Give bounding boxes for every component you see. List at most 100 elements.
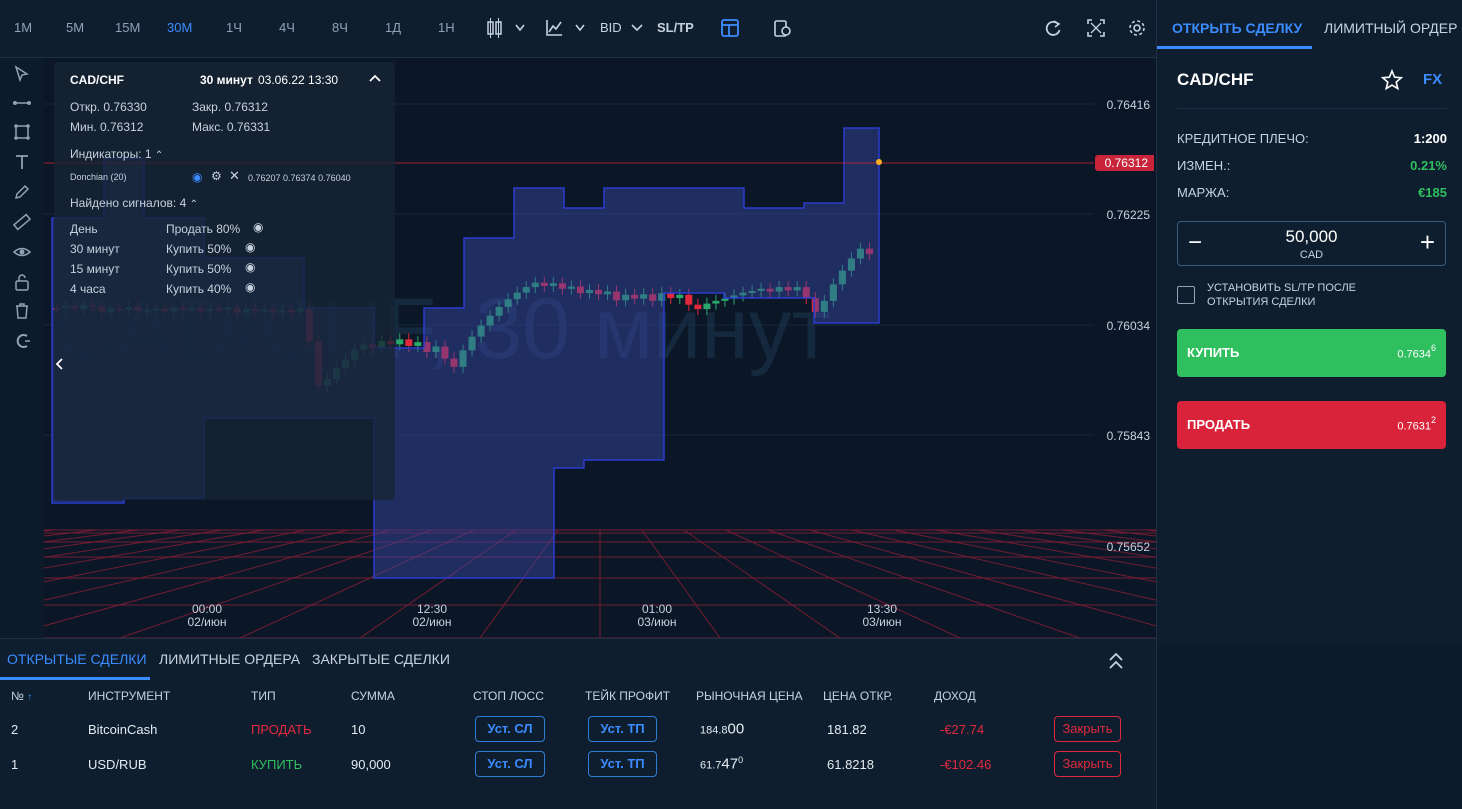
buy-label: КУПИТЬ xyxy=(1187,345,1240,360)
signal-eye-icon[interactable]: ◉ xyxy=(245,240,255,254)
signal-period: День xyxy=(70,222,98,236)
signal-period: 15 минут xyxy=(70,262,120,276)
indicators-toggle[interactable]: Индикаторы: 1 ⌃ xyxy=(70,147,163,161)
time-axis-label: 00:00 02/июн xyxy=(187,602,227,629)
col-header-instrument[interactable]: ИНСТРУМЕНТ xyxy=(88,689,170,703)
market-badge: FX xyxy=(1423,71,1443,88)
buy-button[interactable]: КУПИТЬ 0.76346 xyxy=(1177,329,1446,377)
price-axis-label: 0.75652 xyxy=(1106,540,1150,554)
trades-panel: ОТКРЫТЫЕ СДЕЛКИ ЛИМИТНЫЕ ОРДЕРА ЗАКРЫТЫЕ… xyxy=(0,638,1156,809)
trade-id: 2 xyxy=(11,722,19,737)
empty-panel xyxy=(1156,645,1462,809)
divider xyxy=(1177,108,1447,109)
signal-eye-icon[interactable]: ◉ xyxy=(245,280,255,294)
candle-type-icon[interactable] xyxy=(486,16,526,43)
candle-body xyxy=(414,342,422,346)
candle-body xyxy=(712,300,720,304)
collapse-chevron-icon[interactable] xyxy=(368,72,382,86)
trade-panel: ОТКРЫТЬ СДЕЛКУ ЛИМИТНЫЙ ОРДЕР CAD/CHF FX… xyxy=(1156,0,1462,645)
grid-floor-line xyxy=(44,529,97,537)
signal-value: Купить 50% xyxy=(166,262,232,276)
refresh-icon[interactable] xyxy=(1043,16,1063,43)
sell-button[interactable]: ПРОДАТЬ 0.76312 xyxy=(1177,401,1446,449)
eye-icon[interactable] xyxy=(12,242,32,262)
timeframe-4h[interactable]: 4Ч xyxy=(279,20,295,35)
bid-chevron-icon[interactable] xyxy=(630,16,644,43)
drawing-tools-rail xyxy=(0,58,44,638)
favorite-star-icon[interactable] xyxy=(1381,69,1403,91)
trash-icon[interactable] xyxy=(12,301,32,321)
col-header-amount[interactable]: СУММА xyxy=(351,689,395,703)
indicator-settings-gear-icon[interactable]: ⚙ xyxy=(211,169,222,183)
chevron-left-icon[interactable] xyxy=(54,356,66,372)
settings-gear-icon[interactable] xyxy=(1127,16,1147,43)
trade-profit: -€27.74 xyxy=(940,722,985,737)
tab-closed-trades[interactable]: ЗАКРЫТЫЕ СДЕЛКИ xyxy=(312,651,450,667)
active-tab-indicator xyxy=(1157,46,1312,49)
bid-select[interactable]: BID xyxy=(600,20,622,35)
candle-body xyxy=(721,298,729,301)
line-tool-icon[interactable] xyxy=(12,93,32,113)
info-high: Макс. 0.76331 xyxy=(192,120,271,134)
increase-plus-icon[interactable]: + xyxy=(1420,227,1435,258)
lock-icon[interactable] xyxy=(12,272,32,292)
candle-body xyxy=(405,339,413,346)
col-header-profit[interactable]: ДОХОД xyxy=(934,689,976,703)
rectangle-tool-icon[interactable] xyxy=(12,122,32,142)
set-stop-loss-button[interactable]: Уст. СЛ xyxy=(475,716,545,742)
indicators-icon[interactable] xyxy=(544,16,588,43)
set-take-profit-button[interactable]: Уст. ТП xyxy=(588,716,657,742)
tab-limit-orders[interactable]: ЛИМИТНЫЕ ОРДЕРА xyxy=(159,651,300,667)
screenshot-icon[interactable] xyxy=(772,16,792,43)
leverage-row: КРЕДИТНОЕ ПЛЕЧО: 1:200 xyxy=(1177,131,1447,146)
tab-limit-order[interactable]: ЛИМИТНЫЙ ОРДЕР xyxy=(1324,20,1457,36)
col-header-number[interactable]: № ↑ xyxy=(11,689,32,703)
col-header-open-price[interactable]: ЦЕНА ОТКР. xyxy=(823,689,893,703)
time-axis-label: 01:00 03/июн xyxy=(637,602,677,629)
col-header-type[interactable]: ТИП xyxy=(251,689,276,703)
indicator-visibility-icon[interactable]: ◉ xyxy=(192,170,202,184)
timeframe-1m[interactable]: 1M xyxy=(14,20,32,35)
layout-icon[interactable] xyxy=(720,16,740,43)
timeframe-1h[interactable]: 1Ч xyxy=(226,20,242,35)
sltp-checkbox[interactable] xyxy=(1177,286,1195,304)
amount-value[interactable]: 50,000 xyxy=(1178,227,1445,247)
set-stop-loss-button[interactable]: Уст. СЛ xyxy=(475,751,545,777)
magnet-icon[interactable] xyxy=(12,331,32,351)
pencil-icon[interactable] xyxy=(12,182,32,202)
text-tool-icon[interactable] xyxy=(12,152,32,172)
set-take-profit-button[interactable]: Уст. ТП xyxy=(588,751,657,777)
ruler-icon[interactable] xyxy=(12,212,32,232)
chart-toolbar: 1M 5M 15M 30M 1Ч 4Ч 8Ч 1Д 1Н BID SL/TP xyxy=(0,0,1156,58)
fullscreen-icon[interactable] xyxy=(1086,16,1106,43)
signals-toggle[interactable]: Найдено сигналов: 4 ⌃ xyxy=(70,196,198,210)
tab-open-trade[interactable]: ОТКРЫТЬ СДЕЛКУ xyxy=(1172,20,1302,36)
timeframe-5m[interactable]: 5M xyxy=(66,20,84,35)
tab-open-trades[interactable]: ОТКРЫТЫЕ СДЕЛКИ xyxy=(7,651,147,667)
timeframe-1d[interactable]: 1Д xyxy=(385,20,401,35)
signal-eye-icon[interactable]: ◉ xyxy=(245,260,255,274)
close-trade-button[interactable]: Закрыть xyxy=(1054,751,1121,777)
timeframe-15m[interactable]: 15M xyxy=(115,20,140,35)
trade-instrument[interactable]: USD/RUB xyxy=(88,757,147,772)
timeframe-8h[interactable]: 8Ч xyxy=(332,20,348,35)
info-period: 30 минут xyxy=(200,73,253,87)
timeframe-30m[interactable]: 30M xyxy=(167,20,192,35)
panel-symbol: CAD/CHF xyxy=(1177,70,1254,89)
trade-open-price: 181.82 xyxy=(827,722,867,737)
indicator-name: Donchian (20) xyxy=(70,172,127,182)
indicator-remove-close-icon[interactable]: ✕ xyxy=(229,168,240,184)
signal-period: 4 часа xyxy=(70,282,106,296)
trade-instrument[interactable]: BitcoinCash xyxy=(88,722,157,737)
expand-chevrons-up-icon[interactable] xyxy=(1107,651,1125,671)
timeframe-1w[interactable]: 1Н xyxy=(438,20,455,35)
signal-eye-icon[interactable]: ◉ xyxy=(253,220,263,234)
sltp-toggle[interactable]: SL/TP xyxy=(657,20,694,35)
trade-market-price: 184.800 xyxy=(700,720,745,738)
info-low: Мин. 0.76312 xyxy=(70,120,144,134)
amount-stepper[interactable]: − 50,000 CAD + xyxy=(1177,221,1446,266)
candle-body xyxy=(396,339,404,345)
close-trade-button[interactable]: Закрыть xyxy=(1054,716,1121,742)
trade-open-price: 61.8218 xyxy=(827,757,874,772)
cursor-icon[interactable] xyxy=(12,64,32,84)
